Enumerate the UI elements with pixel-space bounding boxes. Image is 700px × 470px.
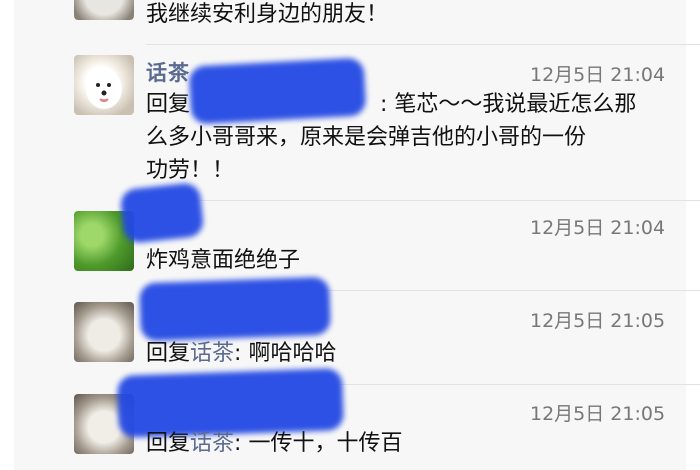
comment-text: 我继续安利身边的朋友！ [146, 2, 389, 27]
commenter-name[interactable]: 话茶 [146, 57, 190, 87]
reply-prefix: 回复 [146, 431, 191, 456]
comment-time: 12月5日 21:04 [530, 64, 666, 86]
avatar[interactable] [74, 302, 134, 362]
comment-text: 回复话茶: 啊哈哈哈 [146, 341, 337, 366]
divider [146, 44, 700, 45]
comment-line-1: 笔芯～～我说最近怎么那 [394, 92, 637, 117]
comment-line-2: 么多小哥哥来，原来是会弹吉他的小哥的一份 [146, 125, 587, 150]
avatar[interactable] [74, 0, 134, 20]
redaction-mark [119, 181, 205, 245]
comment-body: 一传十，十传百 [248, 431, 403, 456]
divider [146, 200, 700, 201]
comment-time: 12月5日 21:04 [530, 217, 666, 239]
comment-body: 啊哈哈哈 [248, 341, 337, 366]
avatar[interactable] [74, 55, 134, 115]
reply-prefix: 回复 [146, 341, 191, 366]
comment-time: 12月5日 21:05 [530, 310, 666, 332]
comment-text: 回复话茶: 一传十，十传百 [146, 431, 403, 456]
reply-target-link[interactable]: 话茶 [190, 341, 234, 366]
comment-time: 12月5日 21:05 [530, 403, 666, 425]
reply-prefix: 回复 [146, 92, 191, 117]
reply-target-link[interactable]: 话茶 [190, 431, 234, 456]
dog-avatar-icon [86, 69, 122, 109]
redaction-mark [188, 57, 367, 125]
comment-text: 炸鸡意面绝绝子 [146, 248, 301, 273]
redaction-mark [139, 276, 331, 342]
comment-line-3: 功劳！！ [146, 158, 235, 183]
